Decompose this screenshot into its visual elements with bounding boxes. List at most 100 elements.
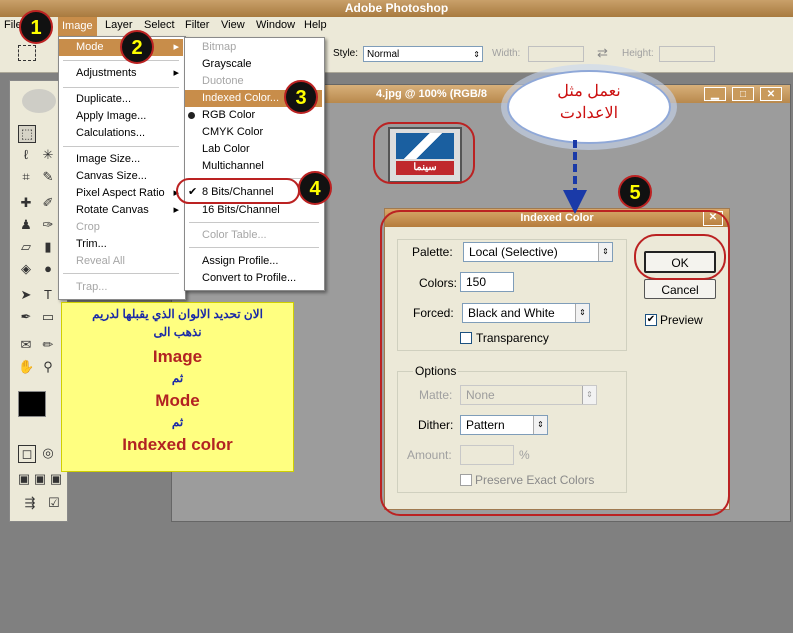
separator bbox=[63, 146, 179, 147]
blur-icon[interactable]: ◈ bbox=[18, 261, 34, 277]
image-menu-rotate-canvas[interactable]: Rotate Canvas ▸ bbox=[59, 202, 183, 219]
mode-submenu: Bitmap Grayscale Duotone Indexed Color..… bbox=[184, 37, 325, 291]
step-badge-4: 4 bbox=[298, 171, 332, 205]
swap-icon: ⇄ bbox=[597, 45, 608, 60]
close-button[interactable]: ✕ bbox=[760, 87, 782, 101]
standard-mode-icon[interactable]: ◻ bbox=[18, 445, 36, 463]
menu-select[interactable]: Select bbox=[144, 19, 175, 31]
image-menu: Mode ▸ Adjustments ▸ Duplicate... Apply Im… bbox=[58, 36, 186, 300]
mode-lab-color[interactable]: Lab Color bbox=[185, 141, 250, 158]
style-value: Normal bbox=[367, 49, 400, 60]
arrow-down-icon bbox=[563, 140, 587, 214]
width-label: Width: bbox=[492, 48, 521, 59]
image-menu-calculations[interactable]: Calculations... bbox=[59, 125, 145, 142]
quick-mask-icon[interactable]: ◎ bbox=[40, 445, 56, 461]
minimize-button[interactable]: ▁ bbox=[704, 87, 726, 101]
gradient-icon[interactable]: ▮ bbox=[40, 239, 56, 255]
mode-cmyk-color[interactable]: CMYK Color bbox=[185, 124, 263, 141]
marquee-icon[interactable]: ⬚ bbox=[18, 125, 36, 143]
menu-bar: File Image Layer Select Filter View Wind… bbox=[0, 17, 793, 36]
height-label: Height: bbox=[622, 48, 654, 59]
note-line-3: Image bbox=[152, 347, 203, 366]
separator bbox=[189, 247, 319, 248]
imageready-icon[interactable]: ⇶ bbox=[18, 495, 42, 511]
hand-icon[interactable]: ✋ bbox=[18, 359, 34, 375]
foreground-color-swatch[interactable] bbox=[18, 391, 46, 417]
step-badge-1: 1 bbox=[19, 10, 53, 44]
stamp-icon[interactable]: ♟ bbox=[18, 217, 34, 233]
mode-convert-to-profile[interactable]: Convert to Profile... bbox=[185, 270, 296, 287]
screen-mode-2-icon[interactable]: ▣ bbox=[32, 471, 48, 487]
eyedropper-icon[interactable]: ✏ bbox=[40, 337, 56, 353]
image-menu-trap: Trap... bbox=[76, 281, 108, 293]
note-line-5: Mode bbox=[155, 391, 200, 410]
width-field bbox=[528, 46, 584, 62]
image-menu-trim[interactable]: Trim... bbox=[59, 236, 107, 253]
shape-icon[interactable]: ▭ bbox=[40, 309, 56, 325]
menu-layer[interactable]: Layer bbox=[105, 19, 133, 31]
menu-image[interactable]: Image bbox=[58, 17, 97, 36]
radio-dot-icon bbox=[188, 112, 195, 119]
screen-mode-1-icon[interactable]: ▣ bbox=[16, 471, 32, 487]
menu-help[interactable]: Help bbox=[304, 19, 327, 31]
notes-icon[interactable]: ✉ bbox=[18, 337, 34, 353]
crop-icon[interactable]: ⌗ bbox=[18, 169, 34, 185]
photoshop-feather-icon bbox=[22, 89, 56, 113]
eraser-icon[interactable]: ▱ bbox=[18, 239, 34, 255]
marquee-tool-icon[interactable] bbox=[18, 45, 36, 61]
menu-window[interactable]: Window bbox=[256, 19, 295, 31]
callout-cloud: نعمل مثل الاعدادت bbox=[507, 70, 671, 144]
magic-wand-icon[interactable]: ✳ bbox=[40, 147, 56, 163]
slice-icon[interactable]: ✎ bbox=[40, 169, 56, 185]
instruction-note: الان تحديد الالوان الذي يقبلها لدريم نذه… bbox=[61, 302, 294, 472]
mode-color-table: Color Table... bbox=[202, 229, 267, 241]
mode-multichannel[interactable]: Multichannel bbox=[185, 158, 264, 175]
callout-line-2: الاعدادت bbox=[559, 105, 619, 122]
healing-brush-icon[interactable]: ✚ bbox=[18, 195, 34, 211]
note-line-4: ثم bbox=[171, 371, 184, 385]
image-menu-crop: Crop bbox=[76, 221, 100, 233]
mode-assign-profile[interactable]: Assign Profile... bbox=[185, 253, 278, 270]
bits-highlight-oval bbox=[176, 178, 300, 204]
menu-view[interactable]: View bbox=[221, 19, 245, 31]
step-badge-2: 2 bbox=[120, 30, 154, 64]
history-brush-icon[interactable]: ✑ bbox=[40, 217, 56, 233]
pen-icon[interactable]: ✒ bbox=[18, 309, 34, 325]
step-badge-5: 5 bbox=[618, 175, 652, 209]
image-menu-apply-image[interactable]: Apply Image... bbox=[59, 108, 146, 125]
separator bbox=[189, 222, 319, 223]
height-field bbox=[659, 46, 715, 62]
image-menu-canvas-size[interactable]: Canvas Size... bbox=[59, 168, 147, 185]
path-selection-icon[interactable]: ➤ bbox=[18, 287, 34, 303]
mode-bitmap: Bitmap bbox=[202, 41, 237, 53]
spinner-icon: ⇕ bbox=[473, 50, 480, 59]
logo-highlight-oval bbox=[373, 122, 475, 184]
mode-rgb-color[interactable]: RGB Color bbox=[185, 107, 255, 124]
screen-mode-3-icon[interactable]: ▣ bbox=[48, 471, 64, 487]
style-label: Style: bbox=[333, 48, 359, 59]
maximize-button[interactable]: □ bbox=[732, 87, 754, 101]
image-menu-pixel-aspect-ratio[interactable]: Pixel Aspect Ratio ▸ bbox=[59, 185, 183, 202]
mode-16-bits-channel[interactable]: 16 Bits/Channel bbox=[185, 202, 280, 219]
zoom-icon[interactable]: ⚲ bbox=[40, 359, 56, 375]
document-title: 4.jpg @ 100% (RGB/8 bbox=[376, 88, 487, 100]
note-line-2: نذهب الى bbox=[153, 325, 202, 339]
separator bbox=[63, 60, 179, 61]
checkbox-icon[interactable]: ☑ bbox=[46, 495, 62, 511]
callout-line-1: نعمل مثل bbox=[557, 83, 621, 100]
image-menu-duplicate[interactable]: Duplicate... bbox=[59, 91, 131, 108]
brush-icon[interactable]: ✐ bbox=[40, 195, 56, 211]
separator bbox=[63, 273, 179, 274]
step-badge-3: 3 bbox=[284, 80, 318, 114]
ok-highlight-oval bbox=[634, 234, 726, 280]
image-menu-adjustments[interactable]: Adjustments ▸ bbox=[59, 65, 183, 82]
mode-duotone: Duotone bbox=[202, 75, 244, 87]
style-select[interactable]: Normal ⇕ bbox=[363, 46, 483, 62]
menu-filter[interactable]: Filter bbox=[185, 19, 209, 31]
lasso-icon[interactable]: ℓ bbox=[18, 147, 34, 163]
mode-grayscale[interactable]: Grayscale bbox=[185, 56, 252, 73]
separator bbox=[63, 87, 179, 88]
type-icon[interactable]: T bbox=[40, 287, 56, 303]
dodge-icon[interactable]: ● bbox=[40, 261, 56, 277]
image-menu-image-size[interactable]: Image Size... bbox=[59, 151, 140, 168]
